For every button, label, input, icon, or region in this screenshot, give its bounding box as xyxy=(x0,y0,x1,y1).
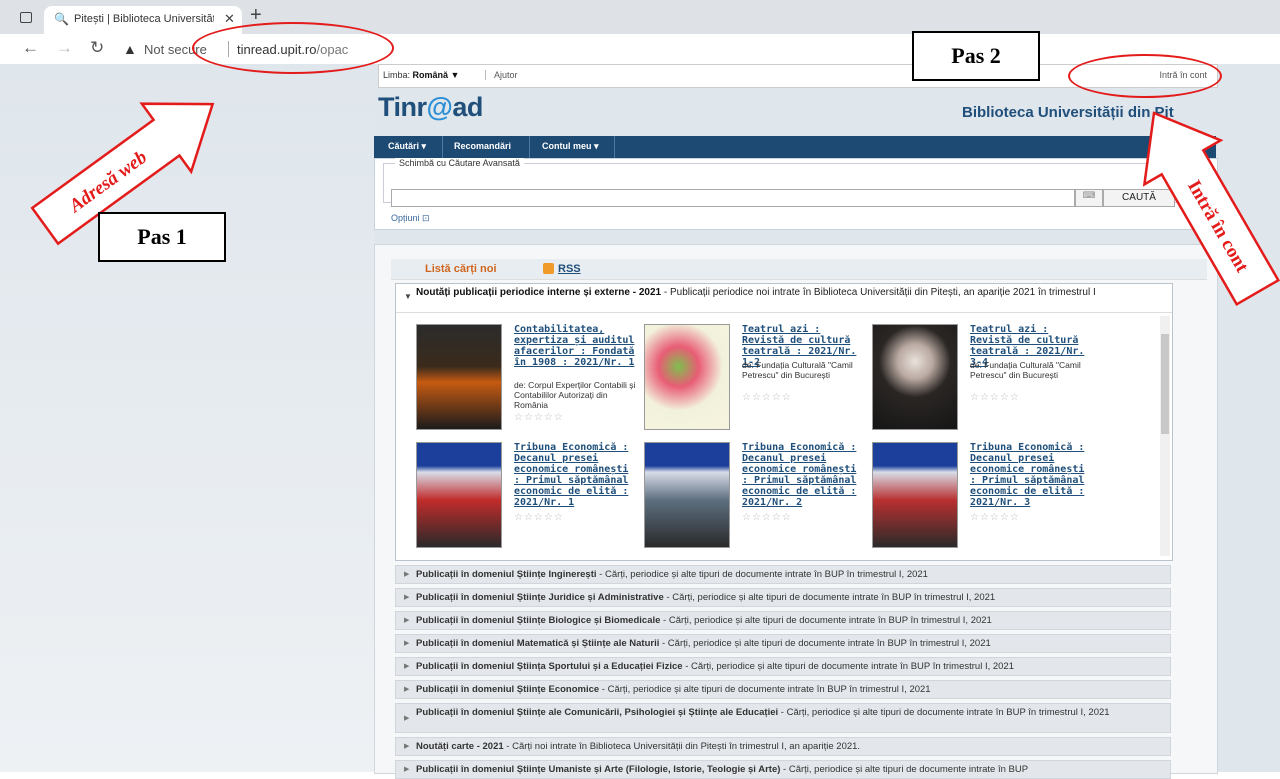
step-1-label: Pas 1 xyxy=(98,212,226,262)
annotation-arrows: Adresă web Intră în cont xyxy=(30,102,1280,306)
step-2-label: Pas 2 xyxy=(912,31,1040,81)
login-arrow: Intră în cont xyxy=(1142,111,1280,306)
